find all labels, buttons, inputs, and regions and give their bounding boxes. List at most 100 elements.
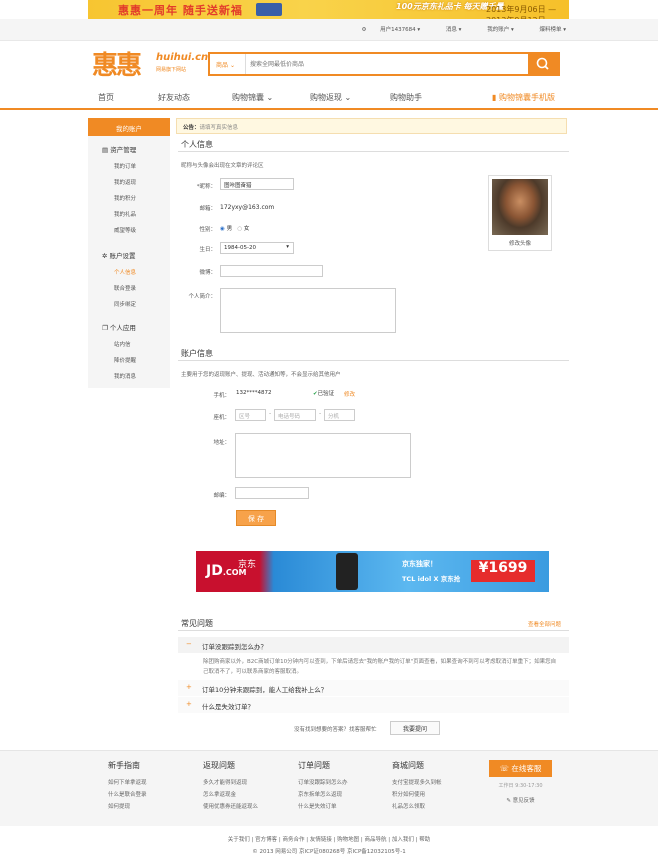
bio-textarea[interactable] (220, 288, 396, 333)
hot-list-link[interactable]: 爆料榜单 ▾ (527, 27, 566, 33)
save-button[interactable]: 保 存 (236, 510, 276, 526)
sidebar-item-inbox[interactable]: 站内信 (114, 340, 131, 348)
search-icon (536, 57, 549, 70)
chevron-down-icon: ⌄ (266, 93, 274, 102)
sidebar-item-orders[interactable]: 我的订单 (114, 162, 136, 170)
mobile-icon: ▮ (492, 93, 499, 102)
search-category-select[interactable]: 商品 ⌄ (210, 54, 246, 74)
nav-home[interactable]: 首页 (98, 92, 114, 103)
sidebar-my-account[interactable]: 我的账户 (88, 118, 170, 136)
phone-verified-badge: ✔已验证 (313, 391, 335, 397)
copy-icon: ❐ (102, 324, 110, 332)
bio-label: 个人简介： (188, 294, 216, 300)
footer-link[interactable]: 积分如何使用 (392, 789, 442, 801)
email-value: 172yxy@163.com (220, 204, 275, 211)
jd-ad-banner[interactable]: JD.COM 京东 京东独家！ TCL idol X 京东抢 ¥1699 (196, 551, 549, 592)
user-icon: ⚙ (361, 27, 369, 33)
footer-col-cashback: 返现问题 多久才能得到返现 怎么拿返现金 使用优惠券还能返现么 (203, 760, 258, 813)
footer-link[interactable]: 如何下单拿返现 (108, 777, 147, 789)
footer-link[interactable]: 支付宝提现多久到帐 (392, 777, 442, 789)
faq-view-all-link[interactable]: 查看全部问题 (528, 620, 561, 628)
footer-link[interactable]: 什么是联合登录 (108, 789, 147, 801)
sidebar-item-gifts[interactable]: 我的礼品 (114, 210, 136, 218)
gender-female-radio[interactable]: ○ 女 (237, 226, 249, 232)
sidebar-item-level[interactable]: 威望等级 (114, 226, 136, 234)
divider (178, 630, 569, 631)
bottom-links[interactable]: 关于我们 | 官方博客 | 商务合作 | 友情链接 | 购物地图 | 商品导航 … (0, 835, 658, 843)
messages-link[interactable]: 消息 ▾ (434, 27, 462, 33)
footer-link[interactable]: 京东拆单怎么返现 (298, 789, 348, 801)
account-info-title: 账户信息 (181, 349, 213, 358)
search-bar: 商品 ⌄ (208, 52, 560, 76)
address-textarea[interactable] (235, 433, 411, 478)
ask-question-button[interactable]: 我要提问 (390, 721, 440, 735)
nav-cashback[interactable]: 购物返现 ⌄ (310, 92, 351, 103)
footer-link[interactable]: 什么是失效订单 (298, 801, 348, 813)
account-info-desc: 主要用于您的返现账户、提现、活动通知等，不会显示给其他用户 (181, 372, 341, 378)
footer-link[interactable]: 怎么拿返现金 (203, 789, 258, 801)
ad-brand-cn: 京东 (238, 560, 257, 570)
tel-number-field[interactable]: 电话号码 (274, 409, 316, 421)
avatar (492, 179, 548, 235)
faq-item-3[interactable]: + 什么是失效订单？ (178, 697, 569, 713)
footer-col-orders: 订单问题 订单没跟踪到怎么办 京东拆单怎么返现 什么是失效订单 (298, 760, 348, 813)
faq-item-2[interactable]: + 订单10分钟未跟踪到，能人工给我补上么？ (178, 680, 569, 696)
search-input[interactable] (250, 57, 520, 71)
nav-shopping-bag[interactable]: 购物锦囊 ⌄ (232, 92, 273, 103)
faq-title: 常见问题 (181, 619, 213, 628)
tel-area-code-field[interactable]: 区号 (235, 409, 266, 421)
footer-col-mall: 商城问题 支付宝提现多久到帐 积分如何使用 礼品怎么领取 (392, 760, 442, 813)
top-promo-banner[interactable]: 惠惠一周年 随手送新福 100元京东礼品卡 每天赠千量 2013年9月06日 —… (88, 0, 569, 19)
footer-link[interactable]: 礼品怎么领取 (392, 801, 442, 813)
gender-male-radio[interactable]: ◉ 男 (220, 226, 232, 232)
change-avatar-link[interactable]: 修改头像 (489, 239, 551, 247)
chevron-down-icon: ▾ (286, 244, 289, 250)
banner-date-range: 2013年9月06日 — 2013年9月12日 (486, 5, 557, 19)
sidebar-item-messages[interactable]: 我的消息 (114, 372, 136, 380)
email-label: 邮箱： (199, 206, 216, 212)
ask-prompt: 没有找到想要的答案？找客服帮忙 (294, 727, 377, 733)
divider (178, 360, 569, 361)
nav-mobile[interactable]: ▮ 购物锦囊手机版 (492, 92, 555, 103)
sidebar-item-sync-binding[interactable]: 同步绑定 (114, 300, 136, 308)
footer-link[interactable]: 多久才能得到返现 (203, 777, 258, 789)
service-hours: 工作日 9:30-17:30 (498, 783, 543, 789)
chevron-down-icon: ⌄ (344, 93, 352, 102)
nav-assistant[interactable]: 购物助手 (390, 92, 422, 103)
sidebar-item-points[interactable]: 我的积分 (114, 194, 136, 202)
site-logo[interactable]: 惠惠 huihui.cn 网易旗下网站 (92, 45, 208, 81)
online-service-button[interactable]: ☏ 在线客服 (489, 760, 552, 777)
sidebar-item-personal-info[interactable]: 个人信息 (114, 268, 136, 276)
notice-text: 请填写真实信息 (199, 125, 239, 131)
feedback-link[interactable]: ✎ 意见反馈 (489, 796, 552, 804)
notice-bar: 公告：请填写真实信息 (176, 118, 567, 134)
sidebar-item-price-alert[interactable]: 降价提醒 (114, 356, 136, 364)
faq-item-1[interactable]: − 订单没跟踪到怎么办？ (178, 637, 569, 653)
nickname-field[interactable]: 图咔图奋猎 (220, 178, 294, 190)
gender-radio-group: ◉ 男 ○ 女 (220, 224, 249, 232)
weibo-field[interactable] (220, 265, 323, 277)
sidebar-item-cashback[interactable]: 我的返现 (114, 178, 136, 186)
birthday-select[interactable]: 1984-05-20 ▾ (220, 242, 294, 254)
tel-ext-field[interactable]: 分机 (324, 409, 355, 421)
dash: - (319, 410, 322, 417)
notice-label: 公告： (183, 125, 200, 131)
gear-icon: ✲ (102, 252, 110, 260)
sidebar-item-joint-login[interactable]: 联合登录 (114, 284, 136, 292)
copyright: © 2013 网易公司 京ICP证080268号 京ICP备12032105号-… (252, 849, 406, 855)
nav-friends[interactable]: 好友动态 (158, 92, 190, 103)
plus-icon: + (186, 683, 192, 691)
my-account-link[interactable]: 我的账户 ▾ (475, 27, 514, 33)
zip-field[interactable] (235, 487, 309, 499)
footer-link[interactable]: 如何提现 (108, 801, 147, 813)
phone-modify-link[interactable]: 修改 (344, 390, 355, 398)
footer-col-newbie: 新手指南 如何下单拿返现 什么是联合登录 如何提现 (108, 760, 147, 813)
ad-promo-2: TCL idol X 京东抢 (402, 575, 461, 583)
search-button[interactable] (528, 54, 558, 74)
footer-link[interactable]: 订单没跟踪到怎么办 (298, 777, 348, 789)
footer-link[interactable]: 使用优惠券还能返现么 (203, 801, 258, 813)
personal-info-title: 个人信息 (181, 140, 213, 149)
logo-en: huihui.cn (156, 52, 209, 63)
headset-icon: ☏ (499, 764, 512, 773)
user-link[interactable]: ⚙ 用户1437684 ▾ (349, 27, 420, 33)
